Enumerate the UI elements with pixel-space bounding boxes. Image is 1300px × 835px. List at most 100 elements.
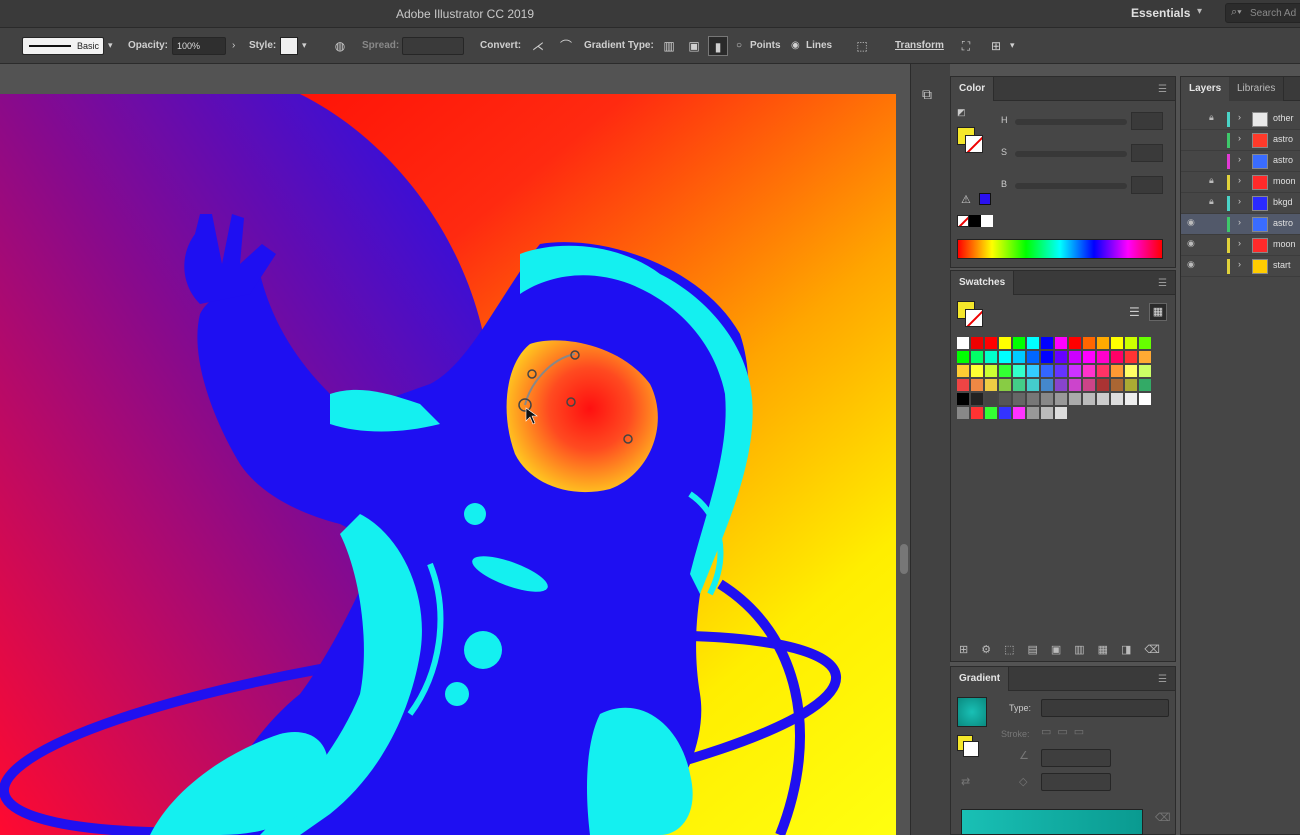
layer-name[interactable]: other: [1273, 113, 1300, 123]
color-swatch[interactable]: [1139, 351, 1151, 363]
menu-icon[interactable]: ☰: [1158, 674, 1167, 685]
color-swatch[interactable]: [1125, 393, 1137, 405]
color-swatch[interactable]: [971, 365, 983, 377]
color-swatch[interactable]: [1125, 379, 1137, 391]
isolate-icon[interactable]: ⛶: [956, 36, 976, 56]
color-swatch[interactable]: [1041, 379, 1053, 391]
color-swatch[interactable]: [1027, 337, 1039, 349]
color-swatch[interactable]: [1013, 379, 1025, 391]
color-swatch[interactable]: [999, 393, 1011, 405]
color-swatch[interactable]: [1097, 365, 1109, 377]
lock-icon[interactable]: 🔒︎: [1209, 112, 1214, 123]
stroke-swatch[interactable]: [965, 309, 983, 327]
search-input[interactable]: ⌕▾ Search Ad: [1225, 3, 1300, 23]
radio-selected-icon[interactable]: ◉: [791, 40, 800, 51]
visibility-eye-icon[interactable]: ◉: [1187, 217, 1195, 228]
color-swatch[interactable]: [971, 393, 983, 405]
color-swatch[interactable]: [1111, 379, 1123, 391]
layer-row[interactable]: › astro: [1181, 130, 1300, 151]
layer-name[interactable]: astro: [1273, 218, 1300, 228]
color-swatch[interactable]: [971, 337, 983, 349]
gradient-type-select[interactable]: [1041, 699, 1169, 717]
chevron-down-icon[interactable]: ▾: [302, 40, 307, 51]
layer-name[interactable]: astro: [1273, 155, 1300, 165]
grid-view-icon[interactable]: ▦: [1149, 303, 1167, 321]
out-of-gamut-icon[interactable]: ⚠: [961, 193, 971, 206]
color-swatch[interactable]: [1013, 393, 1025, 405]
layer-name[interactable]: astro: [1273, 134, 1300, 144]
opacity-field[interactable]: 100%: [172, 37, 226, 55]
canvas-area[interactable]: [0, 64, 910, 835]
tab-layers[interactable]: Layers: [1181, 77, 1231, 101]
web-safe-color-swatch[interactable]: [979, 193, 991, 205]
freeform-gradient-icon[interactable]: ▮: [708, 36, 728, 56]
color-swatch[interactable]: [999, 337, 1011, 349]
delete-stop-icon[interactable]: ⌫: [1155, 811, 1171, 824]
color-swatch[interactable]: [957, 379, 969, 391]
chevron-right-icon[interactable]: ›: [1238, 217, 1241, 227]
chevron-right-icon[interactable]: ›: [1238, 112, 1241, 122]
vertical-scrollbar[interactable]: [900, 544, 908, 574]
color-swatch[interactable]: [1069, 351, 1081, 363]
layer-row[interactable]: 🔒︎ › bkgd: [1181, 193, 1300, 214]
stroke-profile-select[interactable]: Basic: [22, 37, 104, 55]
color-swatch[interactable]: [1027, 393, 1039, 405]
color-swatch[interactable]: [971, 407, 983, 419]
color-swatch[interactable]: [1041, 351, 1053, 363]
lines-option[interactable]: Lines: [806, 40, 832, 51]
color-swatch[interactable]: [1111, 365, 1123, 377]
color-swatch[interactable]: [1139, 393, 1151, 405]
color-swatch[interactable]: [999, 365, 1011, 377]
h-field[interactable]: [1131, 112, 1163, 130]
white-swatch[interactable]: [981, 215, 993, 227]
color-swatch[interactable]: [957, 351, 969, 363]
linear-gradient-icon[interactable]: ▥: [659, 36, 679, 56]
menu-icon[interactable]: ☰: [1158, 278, 1167, 289]
color-swatch[interactable]: [1027, 351, 1039, 363]
convert-smooth-icon[interactable]: ⌒: [556, 36, 576, 56]
properties-icon[interactable]: ⧉: [922, 86, 932, 103]
color-swatch[interactable]: [985, 407, 997, 419]
color-spectrum[interactable]: [957, 239, 1163, 259]
color-swatch[interactable]: [1083, 393, 1095, 405]
color-swatch[interactable]: [1111, 393, 1123, 405]
color-swatch[interactable]: [1041, 407, 1053, 419]
color-swatch[interactable]: [1069, 393, 1081, 405]
color-swatch[interactable]: [1069, 337, 1081, 349]
color-swatch[interactable]: [1097, 337, 1109, 349]
stroke-gradient-options[interactable]: ▭▭▭: [1041, 725, 1101, 743]
tab-swatches[interactable]: Swatches: [951, 271, 1015, 295]
color-swatch[interactable]: [1041, 365, 1053, 377]
lock-icon[interactable]: 🔒︎: [1209, 196, 1214, 207]
points-option[interactable]: Points: [750, 40, 781, 51]
chevron-right-icon[interactable]: ›: [1238, 133, 1241, 143]
tab-libraries[interactable]: Libraries: [1229, 77, 1285, 101]
layer-name[interactable]: moon: [1273, 239, 1300, 249]
stroke-swatch[interactable]: [963, 741, 979, 757]
color-swatch[interactable]: [1041, 337, 1053, 349]
color-swatch[interactable]: [957, 337, 969, 349]
color-swatch[interactable]: [985, 351, 997, 363]
color-swatch[interactable]: [1125, 337, 1137, 349]
layer-row[interactable]: ◉ › moon: [1181, 235, 1300, 256]
chevron-right-icon[interactable]: ›: [1238, 259, 1241, 269]
color-swatch[interactable]: [1083, 365, 1095, 377]
visibility-eye-icon[interactable]: ◉: [1187, 238, 1195, 249]
color-swatch[interactable]: [1097, 351, 1109, 363]
layer-name[interactable]: moon: [1273, 176, 1300, 186]
tab-gradient[interactable]: Gradient: [951, 667, 1010, 691]
radial-gradient-icon[interactable]: ▣: [684, 36, 704, 56]
gradient-preview-swatch[interactable]: [957, 697, 987, 727]
color-swatch[interactable]: [971, 351, 983, 363]
color-swatch[interactable]: [1139, 379, 1151, 391]
b-slider[interactable]: [1015, 183, 1127, 189]
color-swatch[interactable]: [1013, 365, 1025, 377]
stroke-swatch[interactable]: [965, 135, 983, 153]
color-swatch[interactable]: [1125, 365, 1137, 377]
spread-field[interactable]: [402, 37, 464, 55]
color-swatch[interactable]: [957, 393, 969, 405]
workspace-switcher[interactable]: Essentials: [1131, 6, 1190, 20]
default-colors-icon[interactable]: ◩: [957, 107, 966, 118]
black-swatch[interactable]: [969, 215, 981, 227]
artboard[interactable]: [0, 94, 896, 835]
